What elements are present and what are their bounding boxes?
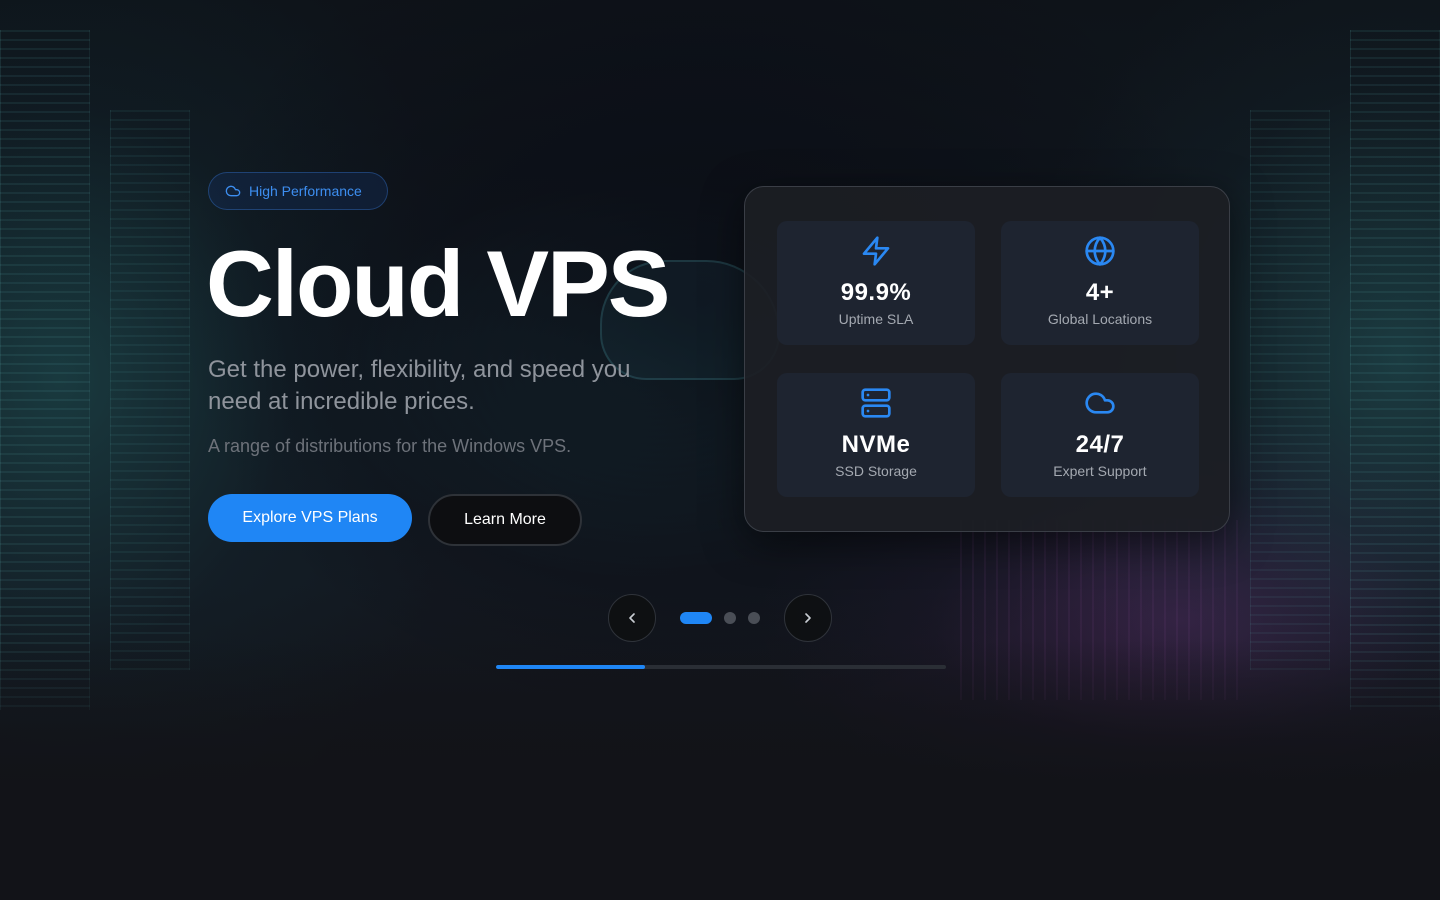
stat-card-locations: 4+ Global Locations — [1001, 221, 1199, 345]
globe-icon — [1085, 236, 1115, 266]
lightning-icon — [862, 236, 890, 266]
stat-card-uptime: 99.9% Uptime SLA — [777, 221, 975, 345]
badge-label: High Performance — [249, 183, 362, 199]
stat-label: SSD Storage — [835, 463, 917, 479]
cloud-icon — [225, 185, 241, 197]
stat-label: Global Locations — [1047, 311, 1153, 327]
cloud-icon — [1085, 392, 1115, 414]
server-icon — [861, 388, 891, 418]
chevron-right-icon — [805, 613, 811, 623]
server-rack-decoration — [0, 30, 90, 710]
hero-bottom-fade — [0, 640, 1440, 800]
slide-progress-bar — [496, 665, 946, 669]
carousel-prev-button[interactable] — [608, 594, 656, 642]
stats-panel: 99.9% Uptime SLA 4+ Global Locations NVM… — [744, 186, 1230, 532]
carousel-dot-3[interactable] — [748, 612, 760, 624]
carousel-dot-1[interactable] — [680, 612, 712, 624]
carousel-next-button[interactable] — [784, 594, 832, 642]
hero-description: A range of distributions for the Windows… — [208, 436, 572, 456]
stat-label: Expert Support — [1053, 463, 1147, 479]
page-title: Cloud VPS — [206, 231, 670, 336]
stat-card-support: 24/7 Expert Support — [1001, 373, 1199, 497]
slide-progress-fill — [496, 665, 645, 669]
server-rack-decoration — [110, 110, 190, 670]
hero-subtitle: Get the power, flexibility, and speed yo… — [208, 356, 631, 415]
stat-label: Uptime SLA — [838, 311, 914, 327]
stat-value: 4+ — [1085, 279, 1115, 306]
chevron-left-icon — [629, 613, 635, 623]
stat-value: 24/7 — [1075, 431, 1125, 458]
stat-value: NVMe — [841, 431, 911, 458]
server-rack-decoration — [1250, 110, 1330, 670]
server-rack-decoration — [1350, 30, 1440, 710]
high-performance-badge: High Performance — [208, 172, 388, 210]
explore-vps-plans-button[interactable]: Explore VPS Plans — [208, 494, 412, 542]
carousel-dot-2[interactable] — [724, 612, 736, 624]
stat-value: 99.9% — [840, 279, 912, 306]
learn-more-button[interactable]: Learn More — [428, 494, 582, 546]
stat-card-storage: NVMe SSD Storage — [777, 373, 975, 497]
